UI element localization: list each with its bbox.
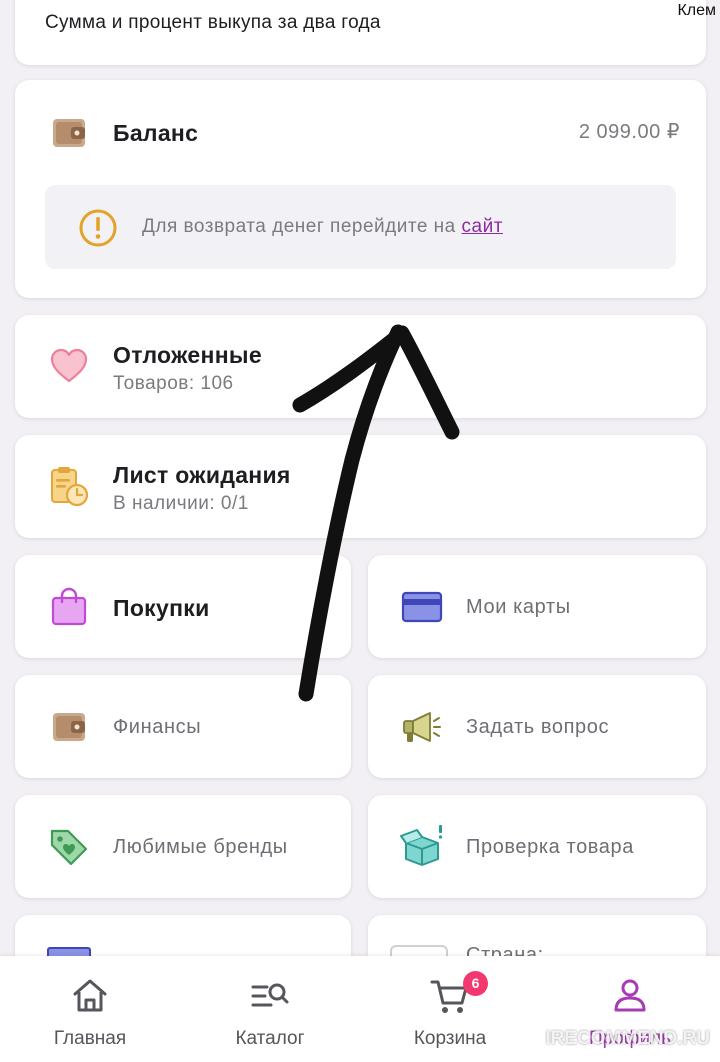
user-icon <box>610 976 650 1016</box>
price-tag-icon <box>47 825 91 869</box>
refund-notice: Для возврата денег перейдите на сайт <box>45 185 676 269</box>
waitlist-title: Лист ожидания <box>113 462 291 488</box>
corner-text: Клем <box>677 2 716 19</box>
ask-question-label: Задать вопрос <box>466 716 610 738</box>
ask-question-card[interactable]: Задать вопрос <box>368 675 706 778</box>
shopping-bag-icon <box>47 585 91 629</box>
site-link[interactable]: сайт <box>462 216 503 237</box>
cart-badge: 6 <box>463 971 488 996</box>
favorites-count: Товаров: 106 <box>113 373 234 394</box>
my-cards-card[interactable]: Мои карты <box>368 555 706 658</box>
product-check-card[interactable]: Проверка товара <box>368 795 706 898</box>
exclamation-circle-icon <box>76 206 120 250</box>
waitlist-availability: В наличии: 0/1 <box>113 493 249 514</box>
product-check-label: Проверка товара <box>466 836 634 858</box>
wallet-icon <box>47 705 91 749</box>
wallet-icon <box>47 111 91 155</box>
my-cards-label: Мои карты <box>466 596 571 618</box>
favorite-brands-label: Любимые бренды <box>113 836 288 858</box>
waitlist-card[interactable]: Лист ожидания В наличии: 0/1 <box>15 435 706 538</box>
watermark: IRECOMMEND.RU <box>545 1028 710 1049</box>
purchases-card[interactable]: Покупки <box>15 555 351 658</box>
nav-home[interactable]: Главная <box>0 956 180 1062</box>
buyout-stats-label: Сумма и процент выкупа за два года <box>45 12 381 33</box>
purchases-title: Покупки <box>113 595 210 621</box>
finances-card[interactable]: Финансы <box>15 675 351 778</box>
refund-notice-text: Для возврата денег перейдите на сайт <box>142 216 503 238</box>
favorites-card[interactable]: Отложенные Товаров: 106 <box>15 315 706 418</box>
megaphone-icon <box>400 705 444 749</box>
heart-icon <box>47 344 91 388</box>
catalog-search-icon <box>250 976 290 1016</box>
finances-label: Финансы <box>113 716 202 738</box>
nav-cart[interactable]: 6 Корзина <box>360 956 540 1062</box>
clipboard-clock-icon <box>47 465 91 509</box>
home-icon <box>70 976 110 1016</box>
open-box-icon <box>400 825 444 869</box>
credit-card-icon <box>400 585 444 629</box>
favorite-brands-card[interactable]: Любимые бренды <box>15 795 351 898</box>
nav-catalog-label: Каталог <box>235 1028 305 1049</box>
nav-catalog[interactable]: Каталог <box>180 956 360 1062</box>
refund-notice-message: Для возврата денег перейдите на <box>142 216 462 237</box>
nav-cart-label: Корзина <box>413 1028 487 1049</box>
nav-home-label: Главная <box>53 1028 127 1049</box>
balance-title: Баланс <box>113 120 199 146</box>
buyout-stats-card[interactable]: Сумма и процент выкупа за два года <box>15 0 706 65</box>
favorites-title: Отложенные <box>113 342 262 368</box>
balance-card[interactable]: Баланс 2 099.00 ₽ Для возврата денег пер… <box>15 80 706 298</box>
balance-amount: 2 099.00 ₽ <box>578 121 680 143</box>
